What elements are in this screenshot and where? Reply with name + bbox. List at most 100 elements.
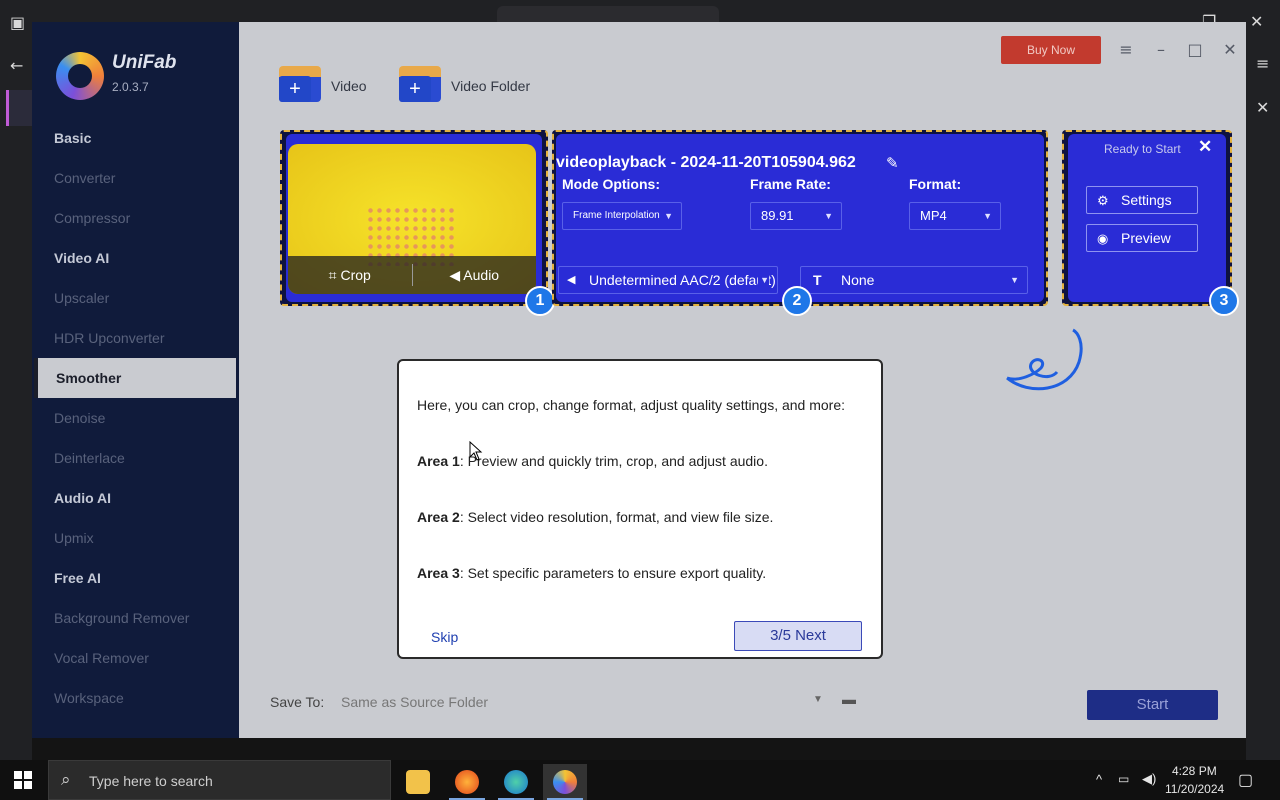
text-t-icon: T xyxy=(813,272,822,288)
crop-icon: ⌗ xyxy=(328,267,341,283)
unifab-taskbar-button[interactable] xyxy=(543,764,587,800)
tray-chevron-icon[interactable]: ^ xyxy=(1096,772,1102,787)
rename-pencil-icon[interactable]: ✎ xyxy=(886,154,899,172)
buy-now-button[interactable]: Buy Now xyxy=(1001,36,1101,64)
search-placeholder: Type here to search xyxy=(89,773,213,789)
speaker-icon: ◀ xyxy=(449,267,464,283)
sidebar-item-upscaler[interactable]: Upscaler xyxy=(32,278,238,318)
add-folder-icon: + xyxy=(399,66,441,102)
back-arrow-icon[interactable]: ← xyxy=(10,56,23,75)
subtitle-dropdown[interactable]: T None ▼ xyxy=(800,266,1028,294)
add-video-label: Video xyxy=(331,78,367,94)
sidebar-item-vocal-remover[interactable]: Vocal Remover xyxy=(32,638,238,678)
browser-menu-icon[interactable]: ≡ xyxy=(1256,54,1269,73)
sidebar: UniFab 2.0.3.7 Basic Converter Compressor V… xyxy=(32,22,238,738)
audio-button[interactable]: ◀ Audio xyxy=(413,256,537,294)
sidebar-item-deinterlace[interactable]: Deinterlace xyxy=(32,438,238,478)
preview-button[interactable]: ◉ Preview xyxy=(1086,224,1198,252)
gear-icon: ⚙ xyxy=(1097,193,1109,208)
save-to-dropdown[interactable]: Same as Source Folder xyxy=(341,694,488,710)
notification-icon[interactable]: ▢ xyxy=(1238,770,1253,790)
sidebar-item-smoother[interactable]: Smoother xyxy=(34,358,236,398)
area-1-preview: ⌗ Crop ◀ Audio xyxy=(280,130,548,306)
folder-icon xyxy=(406,770,430,794)
volume-icon[interactable]: ◀) xyxy=(1142,771,1156,787)
sidebar-item-workspace[interactable]: Workspace xyxy=(32,678,238,718)
sidebar-item-video-ai: Video AI xyxy=(54,250,110,266)
info-bar-edge xyxy=(6,90,32,126)
app-bottom-edge xyxy=(32,738,1246,760)
preview-label: Preview xyxy=(1121,230,1171,246)
video-thumbnail[interactable]: ⌗ Crop ◀ Audio xyxy=(288,144,536,294)
unifab-logo-icon xyxy=(56,52,104,100)
windows-start-icon[interactable] xyxy=(14,771,32,789)
guide-intro: Here, you can crop, change format, adjus… xyxy=(417,397,846,413)
network-icon[interactable]: ▭ xyxy=(1118,772,1129,786)
chevron-down-icon: ▼ xyxy=(983,211,992,221)
file-name[interactable]: videoplayback - 2024-11-20T105904.962 xyxy=(556,154,856,172)
firefox-icon xyxy=(455,770,479,794)
sidebar-item-upmix[interactable]: Upmix xyxy=(32,518,238,558)
sidebar-item-free-ai: Free AI xyxy=(54,570,101,586)
mouse-cursor-icon xyxy=(469,441,483,461)
mode-options-dropdown[interactable]: Frame Interpolation ▼ xyxy=(562,202,682,230)
audio-track-dropdown[interactable]: ◀ Undetermined AAC/2 (default) ▼ xyxy=(558,266,778,294)
search-icon: ⌕ xyxy=(61,770,71,790)
guide-area-2-label: Area 2 xyxy=(417,509,460,525)
infobar-close-icon[interactable]: ✕ xyxy=(1256,98,1269,117)
mode-options-value: Frame Interpolation xyxy=(573,210,660,221)
main-panel: Buy Now ≡ – □ ✕ + Video + Video Folder ⌗… xyxy=(239,22,1246,738)
browser-close-icon[interactable]: ✕ xyxy=(1250,12,1263,31)
app-menu-icon[interactable]: ≡ xyxy=(1113,36,1139,64)
frame-rate-label: Frame Rate: xyxy=(750,176,831,192)
guide-dialog: Here, you can crop, change format, adjus… xyxy=(397,359,883,659)
unifab-window: UniFab 2.0.3.7 Basic Converter Compressor V… xyxy=(32,22,1246,738)
sidebar-item-background-remover[interactable]: Background Remover xyxy=(32,598,238,638)
remove-task-icon[interactable]: ✕ xyxy=(1198,137,1212,157)
add-video-button[interactable]: + Video xyxy=(279,66,389,106)
firefox-taskbar-button[interactable] xyxy=(445,764,489,800)
settings-button[interactable]: ⚙ Settings xyxy=(1086,186,1198,214)
edge-taskbar-button[interactable] xyxy=(494,764,538,800)
sidebar-item-basic: Basic xyxy=(54,130,92,146)
folder-icon[interactable]: ▬ xyxy=(842,691,856,707)
chevron-down-icon: ▼ xyxy=(758,267,769,293)
add-folder-button[interactable]: + Video Folder xyxy=(399,66,549,106)
add-folder-label: Video Folder xyxy=(451,78,531,94)
sidebar-item-hdr-upconverter[interactable]: HDR Upconverter xyxy=(32,318,238,358)
format-value: MP4 xyxy=(920,208,947,223)
ready-status: Ready to Start xyxy=(1104,142,1181,156)
mode-options-label: Mode Options: xyxy=(562,176,660,192)
start-button[interactable]: Start xyxy=(1087,690,1218,720)
format-dropdown[interactable]: MP4 ▼ xyxy=(909,202,1001,230)
format-label: Format: xyxy=(909,176,962,192)
speaker-icon: ◀ xyxy=(567,274,576,286)
chevron-down-icon: ▼ xyxy=(1010,275,1019,285)
guide-area-3-text: : Set specific parameters to ensure expo… xyxy=(459,565,767,581)
crop-button[interactable]: ⌗ Crop xyxy=(288,256,412,294)
file-explorer-taskbar-button[interactable] xyxy=(396,764,440,800)
frame-rate-dropdown[interactable]: 89.91 ▼ xyxy=(750,202,842,230)
eye-icon: ◉ xyxy=(1097,231,1109,246)
sidebar-item-converter[interactable]: Converter xyxy=(32,158,238,198)
clock-time[interactable]: 4:28 PM xyxy=(1172,764,1217,778)
guide-swirl-icon xyxy=(1006,328,1083,391)
audio-track-value: Undetermined AAC/2 (default) xyxy=(589,272,776,288)
app-version: 2.0.3.7 xyxy=(112,80,149,94)
close-icon[interactable]: ✕ xyxy=(1217,36,1243,64)
sidebar-item-compressor[interactable]: Compressor xyxy=(32,198,238,238)
app-brand: UniFab xyxy=(112,52,177,73)
next-button[interactable]: 3/5 Next xyxy=(734,621,862,651)
sidebar-item-denoise[interactable]: Denoise xyxy=(32,398,238,438)
tab-actions-icon[interactable]: ▣ xyxy=(10,13,25,32)
chevron-down-icon[interactable]: ▼ xyxy=(813,694,823,705)
clock-date[interactable]: 11/20/2024 xyxy=(1165,782,1224,796)
add-video-icon: + xyxy=(279,66,321,102)
save-to-label: Save To: xyxy=(270,694,325,710)
maximize-icon[interactable]: □ xyxy=(1182,36,1208,64)
area-1-badge: 1 xyxy=(525,286,555,316)
skip-button[interactable]: Skip xyxy=(431,629,458,645)
area-2-settings: videoplayback - 2024-11-20T105904.962 ✎ … xyxy=(552,130,1048,306)
minimize-icon[interactable]: – xyxy=(1148,36,1174,64)
taskbar-search[interactable]: ⌕ Type here to search xyxy=(48,760,391,800)
